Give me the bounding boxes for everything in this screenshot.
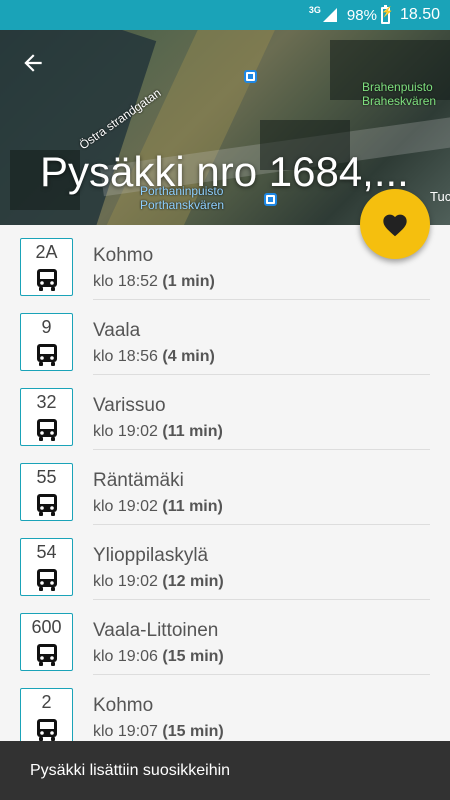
bus-icon	[37, 419, 57, 441]
destination: Kohmo	[93, 695, 154, 716]
map-park-label-bottom-2: Porthanskvären	[140, 198, 225, 212]
bus-icon	[37, 644, 57, 666]
route-number: 55	[36, 467, 57, 487]
destination: Vaala-Littoinen	[93, 620, 219, 641]
departure-row[interactable]: 2 Kohmo klo 19:07 (15 min)	[0, 675, 450, 745]
route-number: 9	[41, 317, 52, 337]
route-badge: 32	[20, 388, 73, 446]
departure-row[interactable]: 55 Räntämäki klo 19:02 (11 min)	[0, 450, 450, 525]
departure-row[interactable]: 600 Vaala-Littoinen klo 19:06 (15 min)	[0, 600, 450, 675]
departure-time-line: klo 19:02 (12 min)	[93, 573, 224, 591]
departure-time: klo 18:56	[93, 348, 158, 365]
route-number: 54	[36, 542, 57, 562]
snackbar-message: Pysäkki lisättiin suosikkeihin	[30, 762, 231, 779]
snackbar: Pysäkki lisättiin suosikkeihin	[0, 741, 450, 800]
departure-row[interactable]: 9 Vaala klo 18:56 (4 min)	[0, 300, 450, 375]
route-badge: 600	[20, 613, 73, 671]
bus-icon	[37, 269, 57, 291]
map-park-label-top-2: Braheskvären	[362, 94, 437, 108]
route-badge: 9	[20, 313, 73, 371]
wait-minutes: (1 min)	[162, 273, 215, 290]
route-badge: 54	[20, 538, 73, 596]
bus-icon	[37, 344, 57, 366]
destination: Kohmo	[93, 245, 154, 266]
route-badge: 2A	[20, 238, 73, 296]
wait-minutes: (4 min)	[162, 348, 215, 365]
destination: Varissuo	[93, 395, 166, 416]
route-number: 32	[36, 392, 57, 412]
departure-time-line: klo 19:07 (15 min)	[93, 723, 224, 741]
page-title: Pysäkki nro 1684,...	[40, 148, 409, 195]
route-badge: 55	[20, 463, 73, 521]
route-number: 600	[31, 617, 62, 637]
wait-minutes: (11 min)	[162, 498, 223, 515]
departure-time: klo 19:07	[93, 723, 158, 740]
bus-icon	[37, 494, 57, 516]
bus-icon	[37, 569, 57, 591]
heart-icon	[383, 214, 407, 237]
departure-time-line: klo 19:06 (15 min)	[93, 648, 224, 666]
departure-time: klo 19:02	[93, 573, 158, 590]
departure-time: klo 18:52	[93, 273, 158, 290]
wait-minutes: (15 min)	[162, 723, 224, 740]
battery-icon	[380, 4, 393, 24]
signal-icon	[322, 8, 337, 22]
battery-percentage: 98%	[346, 6, 377, 24]
favorite-button[interactable]	[360, 189, 430, 259]
destination: Räntämäki	[93, 470, 184, 491]
departure-time: klo 19:02	[93, 498, 158, 515]
clock: 18.50	[399, 6, 440, 23]
departure-time: klo 19:06	[93, 648, 158, 665]
departure-time-line: klo 18:52 (1 min)	[93, 273, 215, 291]
destination: Vaala	[93, 320, 141, 341]
departure-row[interactable]: 54 Ylioppilaskylä klo 19:02 (12 min)	[0, 525, 450, 600]
wait-minutes: (11 min)	[162, 423, 223, 440]
destination: Ylioppilaskylä	[93, 545, 209, 566]
route-badge: 2	[20, 688, 73, 745]
wait-minutes: (12 min)	[162, 573, 224, 590]
back-button[interactable]	[20, 50, 50, 80]
departure-time-line: klo 19:02 (11 min)	[93, 423, 223, 441]
map-park-label-top-1: Brahenpuisto	[362, 80, 433, 94]
network-type: 3G	[308, 5, 321, 15]
route-number: 2A	[35, 242, 58, 262]
departure-time-line: klo 19:02 (11 min)	[93, 498, 223, 516]
bus-icon	[37, 719, 57, 741]
departure-row[interactable]: 32 Varissuo klo 19:02 (11 min)	[0, 375, 450, 450]
back-arrow-icon	[24, 54, 42, 72]
status-bar: 3G 98% 18.50	[0, 0, 450, 30]
map-bus-stop-icon	[244, 70, 257, 83]
wait-minutes: (15 min)	[162, 648, 224, 665]
departure-time: klo 19:02	[93, 423, 158, 440]
departures-list[interactable]: 2A Kohmo klo 18:52 (1 min) 9 Vaala klo 18:56 …	[0, 225, 450, 745]
route-number: 2	[41, 692, 52, 712]
departure-time-line: klo 18:56 (4 min)	[93, 348, 215, 366]
